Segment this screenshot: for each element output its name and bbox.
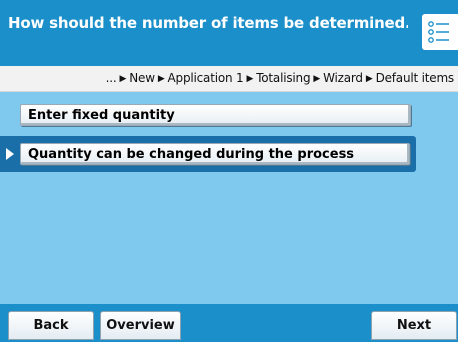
selection-arrow-icon — [6, 148, 14, 160]
breadcrumb-item-current: Default items — [375, 71, 455, 85]
triangle-right-icon: ▶ — [365, 74, 373, 84]
back-button[interactable]: Back — [8, 311, 94, 340]
triangle-right-icon: ▶ — [246, 74, 254, 84]
triangle-right-icon: ▶ — [119, 74, 127, 84]
breadcrumb: ... ▶ New ▶ Application 1 ▶ Totalising ▶ Wizard ▶… — [0, 71, 458, 85]
triangle-right-icon: ▶ — [157, 74, 165, 84]
list-icon — [428, 21, 449, 43]
breadcrumb-item[interactable]: Wizard — [323, 71, 363, 85]
breadcrumb-bar: ... ▶ New ▶ Application 1 ▶ Totalising ▶ Wizard ▶… — [0, 66, 458, 92]
option-enter-fixed-quantity[interactable]: Enter fixed quantity — [20, 104, 411, 126]
options-area: Enter fixed quantity Quantity can be cha… — [0, 92, 458, 304]
title-bar: How should the number of items be determ… — [0, 0, 458, 66]
next-button[interactable]: Next — [371, 311, 457, 340]
list-button[interactable] — [422, 14, 458, 50]
page-title: How should the number of items be determ… — [8, 14, 408, 32]
breadcrumb-item[interactable]: Totalising — [256, 71, 310, 85]
terminal-screen: How should the number of items be determ… — [0, 0, 458, 342]
option-quantity-changeable[interactable]: Quantity can be changed during the proce… — [20, 143, 410, 165]
overview-button[interactable]: Overview — [100, 311, 181, 340]
breadcrumb-item[interactable]: Application 1 — [168, 71, 244, 85]
triangle-right-icon: ▶ — [313, 74, 321, 84]
breadcrumb-item[interactable]: New — [129, 71, 155, 85]
soft-key-bar: Back Overview Next — [0, 304, 458, 342]
breadcrumb-ellipsis: ... — [105, 71, 117, 85]
